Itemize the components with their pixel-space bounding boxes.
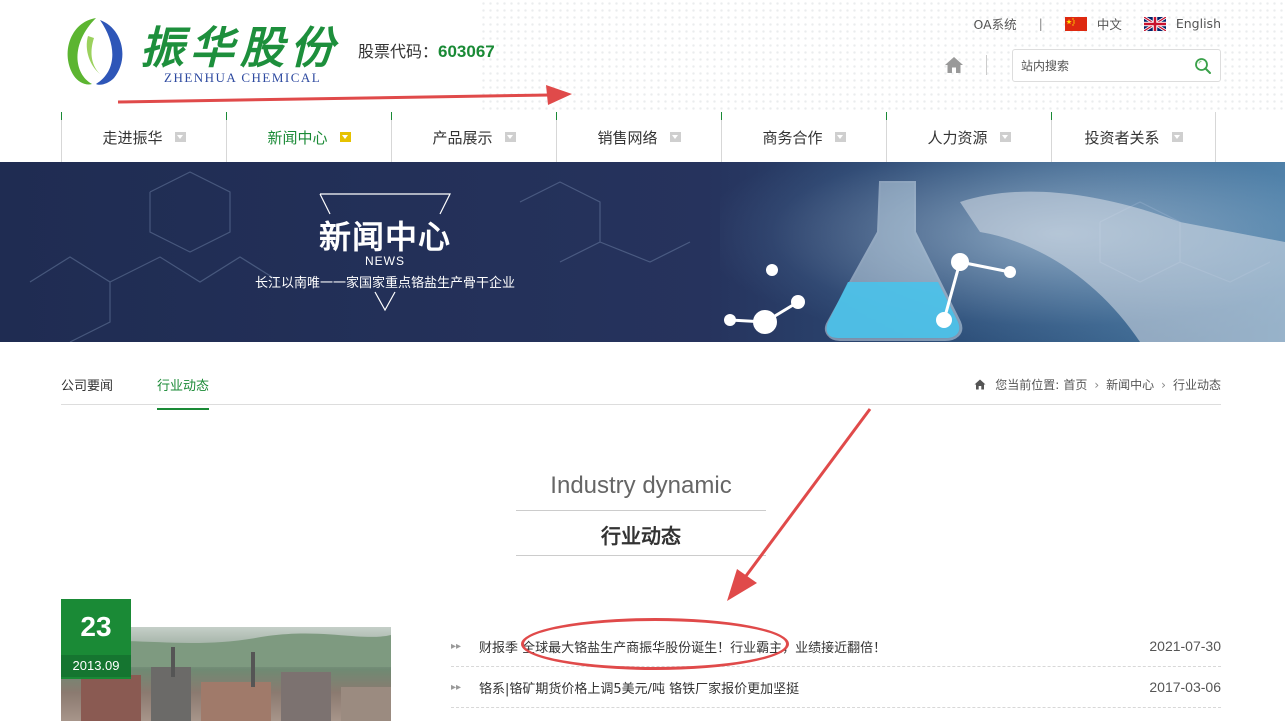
header-divider [986, 55, 987, 75]
annotation-highlight-ellipse [521, 618, 789, 670]
lang-chinese-label: 中文 [1096, 17, 1122, 32]
double-chevron-icon: ▸▸ [451, 681, 462, 693]
search-icon[interactable] [1194, 57, 1212, 75]
banner-subtitle: NEWS [365, 254, 405, 268]
home-small-icon [974, 379, 986, 390]
caret-down-icon [504, 132, 516, 142]
caret-down-icon [1171, 132, 1183, 142]
banner-title: 新闻中心 [318, 218, 451, 256]
nav-item-label: 人力资源 [927, 128, 988, 147]
nav-item-products[interactable]: 产品展示 [391, 112, 556, 162]
tab-company-news[interactable]: 公司要闻 [61, 375, 113, 408]
chevron-right-icon: › [1094, 377, 1100, 392]
caret-down-icon [834, 132, 846, 142]
news-title[interactable]: 铬系|铬矿期货价格上调5美元/吨 铬铁厂家报价更加坚挺 [479, 678, 799, 697]
tab-industry-news[interactable]: 行业动态 [157, 375, 210, 410]
breadcrumb-prefix: 您当前位置: [995, 378, 1060, 392]
sub-navigation: 公司要闻 行业动态 您当前位置: 首页 › 新闻中心 › 行业动态 [61, 362, 1221, 410]
stock-code-value: 603067 [438, 42, 495, 61]
nav-item-label: 投资者关系 [1084, 128, 1160, 147]
caret-down-icon [669, 132, 681, 142]
news-date: 2021-07-30 [1149, 638, 1221, 654]
news-item[interactable]: ▸▸ 铬系|铬矿期货价格上调5美元/吨 铬铁厂家报价更加坚挺 2017-03-0… [451, 667, 1221, 708]
nav-item-news[interactable]: 新闻中心 [226, 112, 391, 162]
news-banner: 新闻中心 NEWS 长江以南唯一一家国家重点铬盐生产骨干企业 [0, 162, 1285, 342]
news-date: 2017-03-06 [1149, 679, 1221, 695]
nav-item-sales[interactable]: 销售网络 [556, 112, 721, 162]
banner-description: 长江以南唯一一家国家重点铬盐生产骨干企业 [254, 276, 515, 291]
caret-down-icon [174, 132, 186, 142]
stock-code-display: 股票代码：603067 [358, 38, 495, 62]
top-links: OA系统 | 中文 English [973, 14, 1221, 33]
site-search-box [1012, 49, 1221, 82]
oa-system-link[interactable]: OA系统 [973, 14, 1016, 33]
feature-date-day: 23 [80, 611, 112, 642]
nav-item-hr[interactable]: 人力资源 [886, 112, 1051, 162]
main-nav: 走进振华 新闻中心 产品展示 销售网络 商务合作 人力资源 投资者关系 [61, 112, 1216, 162]
home-icon[interactable] [944, 56, 964, 74]
chevron-right-icon: › [1161, 377, 1166, 392]
uk-flag-icon [1143, 16, 1166, 31]
site-header: 振华股份 ZHENHUA CHEMICAL 股票代码：603067 OA系统 |… [0, 0, 1285, 162]
annotation-arrow-right [117, 85, 572, 105]
lang-chinese-link[interactable]: 中文 [1064, 14, 1122, 33]
top-links-separator: | [1038, 16, 1043, 31]
nav-item-label: 商务合作 [762, 128, 823, 147]
stock-code-label: 股票代码： [358, 42, 439, 61]
search-input[interactable] [1013, 50, 1183, 81]
caret-down-icon [999, 132, 1011, 142]
feature-date-badge: 23 2013.09 [61, 599, 131, 679]
breadcrumb-current: 行业动态 [1172, 378, 1221, 392]
nav-item-investors[interactable]: 投资者关系 [1051, 112, 1216, 162]
lab-flask-illustration [724, 181, 1285, 342]
double-chevron-icon: ▸▸ [451, 640, 462, 652]
annotation-arrow-down [727, 408, 872, 601]
feature-date-year-month: 2013.09 [61, 655, 131, 677]
lang-english-label: English [1175, 16, 1221, 31]
nav-item-label: 新闻中心 [267, 128, 328, 147]
nav-item-about[interactable]: 走进振华 [61, 112, 226, 162]
logo-chinese-text: 振华股份 [140, 23, 340, 74]
breadcrumb: 您当前位置: 首页 › 新闻中心 › 行业动态 [974, 376, 1221, 393]
logo-mark-icon [67, 18, 123, 85]
nav-item-business[interactable]: 商务合作 [721, 112, 886, 162]
company-logo[interactable]: 振华股份 ZHENHUA CHEMICAL [60, 14, 334, 88]
breadcrumb-news-center[interactable]: 新闻中心 [1106, 376, 1154, 393]
breadcrumb-home[interactable]: 首页 [1063, 376, 1087, 393]
nav-item-label: 走进振华 [102, 128, 163, 147]
nav-item-label: 销售网络 [597, 128, 658, 147]
lang-english-link[interactable]: English [1143, 16, 1221, 31]
china-flag-icon [1064, 16, 1087, 31]
caret-down-icon [339, 132, 351, 142]
nav-item-label: 产品展示 [432, 128, 493, 147]
